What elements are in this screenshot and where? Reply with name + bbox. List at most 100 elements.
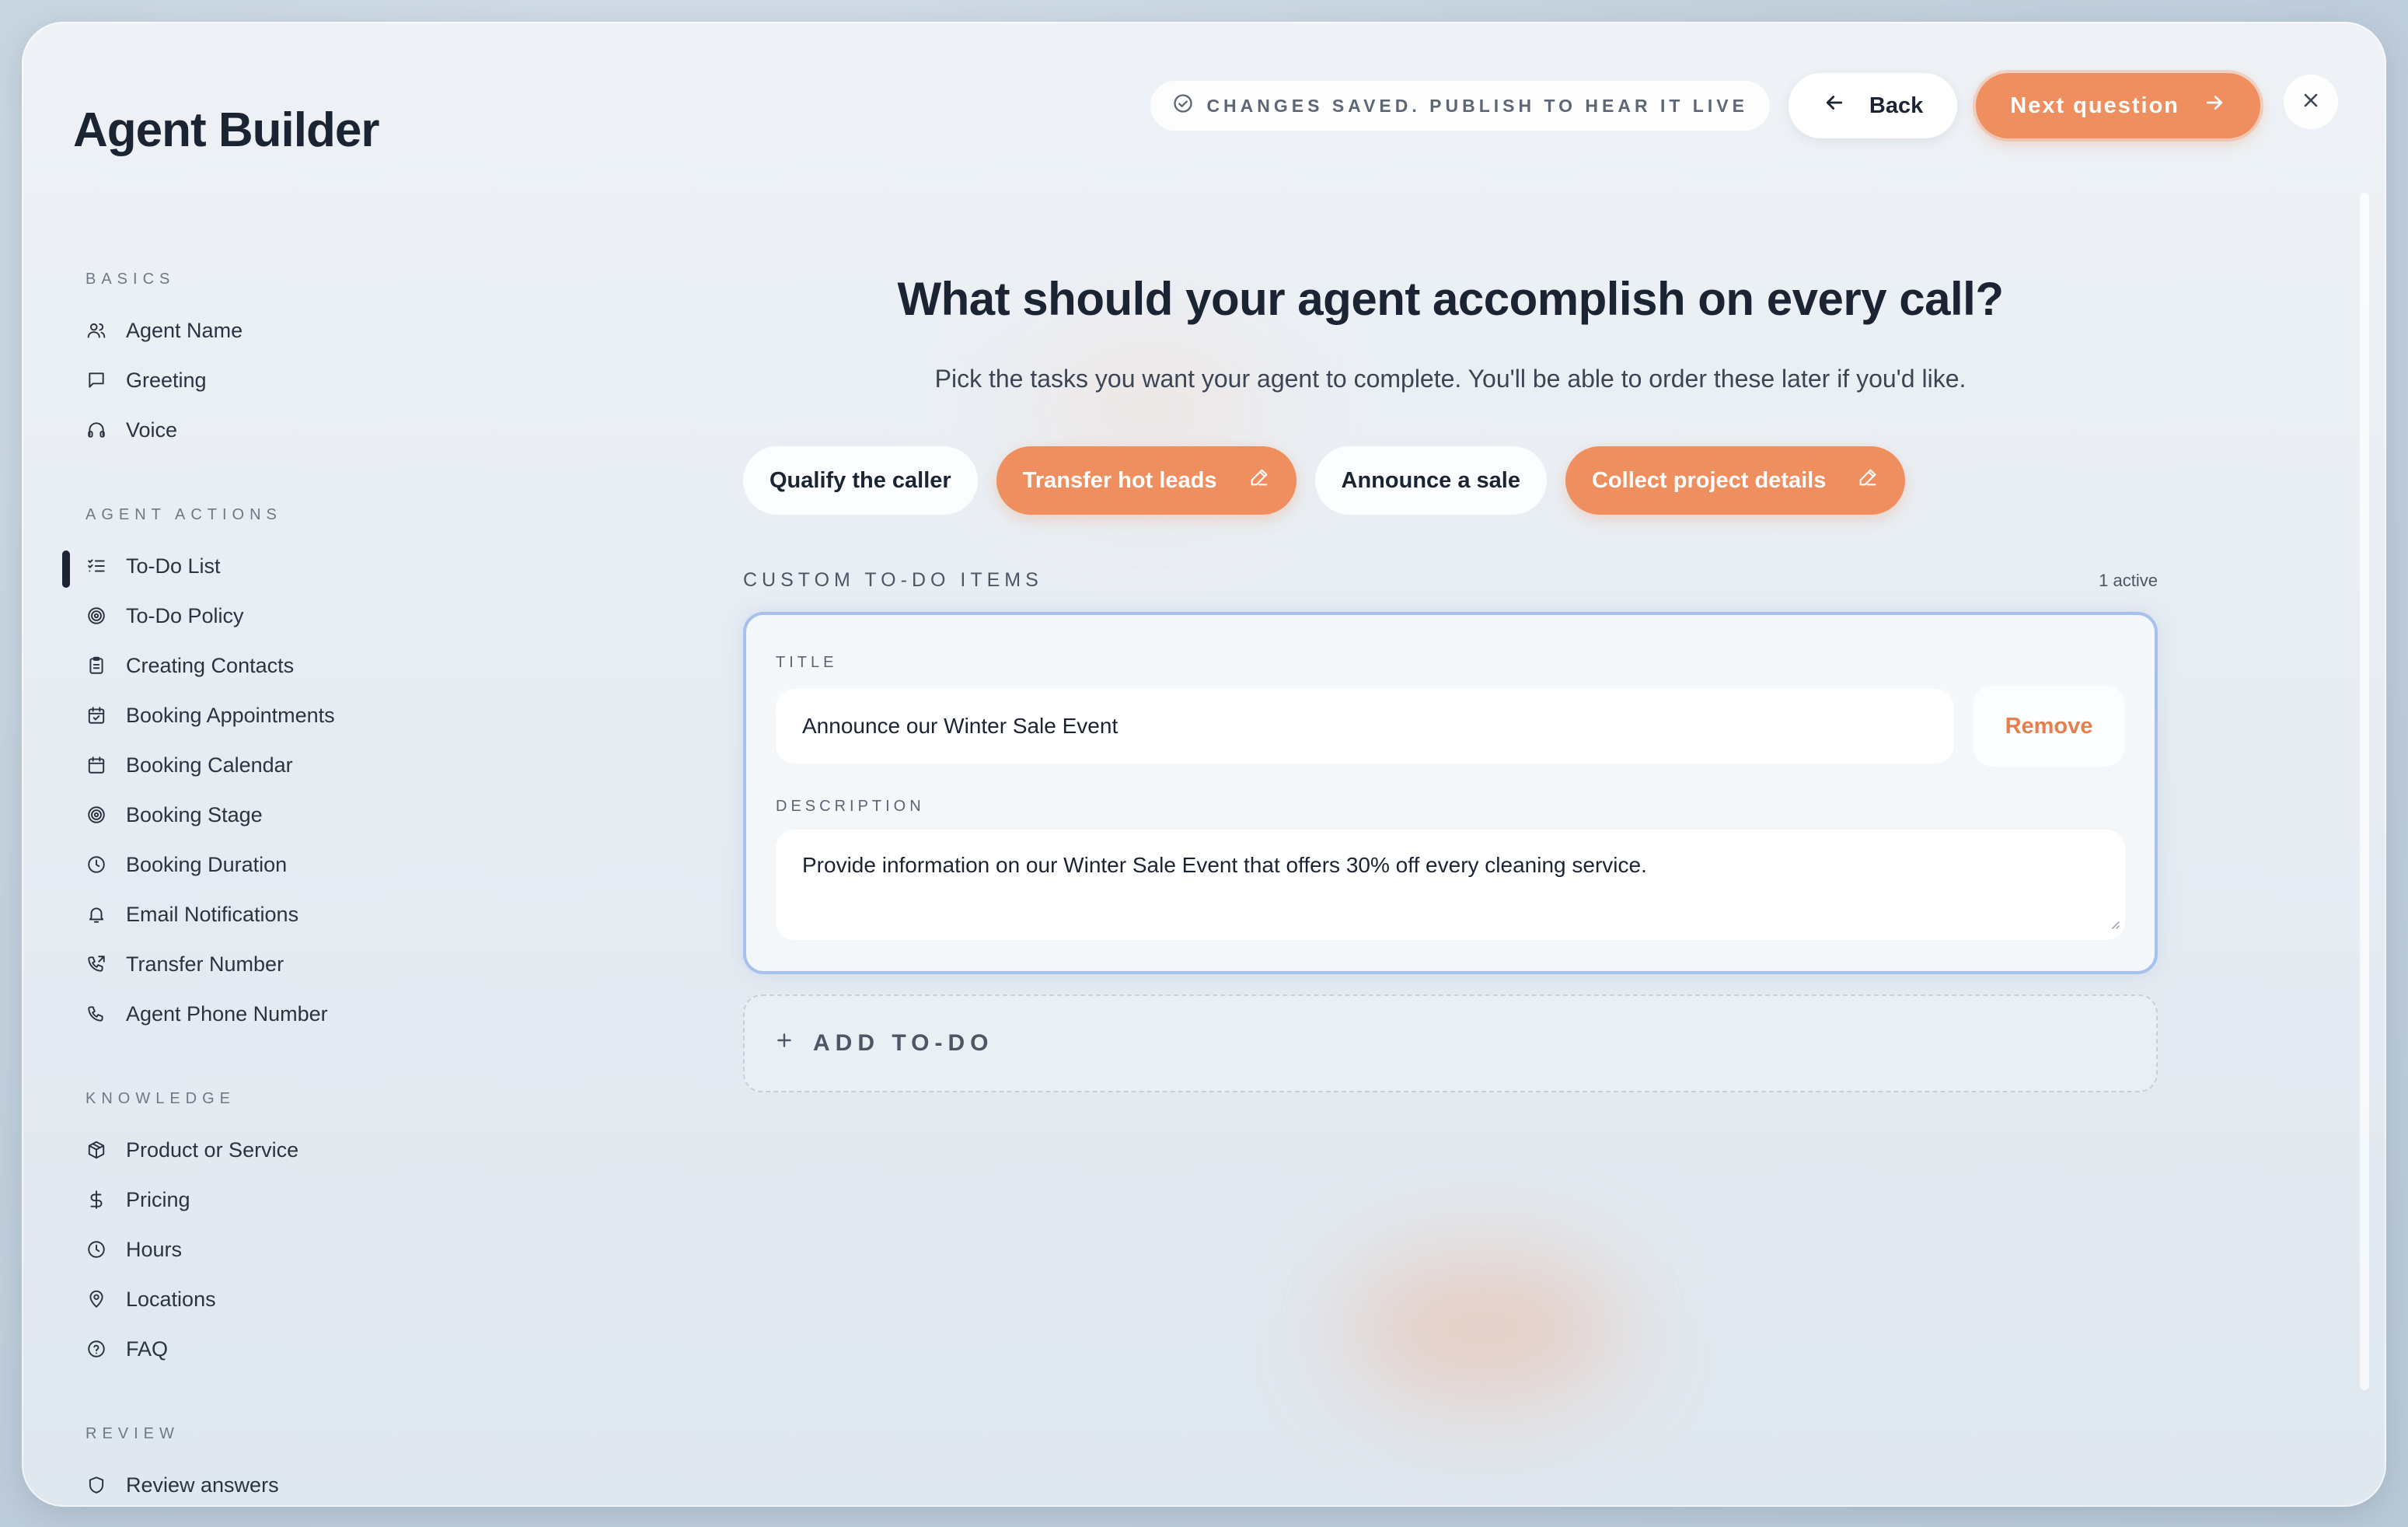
sidebar-item-creating-contacts[interactable]: Creating Contacts [86,641,490,690]
resize-handle-icon[interactable] [2108,910,2120,935]
close-button[interactable] [2284,75,2338,129]
main-content: What should your agent accomplish on eve… [743,249,2158,1092]
sidebar-item-label: Voice [126,418,178,442]
clock-icon [86,854,107,875]
sidebar-item-label: Review answers [126,1473,279,1497]
shield-icon [86,1474,107,1496]
list-checks-icon [86,555,107,577]
chip-label: Collect project details [1591,467,1827,493]
sidebar-item-label: FAQ [126,1337,169,1361]
section-label: KNOWLEDGE [86,1090,236,1107]
sidebar-section-knowledge: KNOWLEDGE Product or Service Pricing Hou… [86,1090,490,1374]
sidebar-item-label: Product or Service [126,1137,299,1162]
chip-announce-a-sale[interactable]: Announce a sale [1314,446,1547,515]
sidebar-item-product-or-service[interactable]: Product or Service [86,1125,490,1175]
bell-icon [86,903,107,925]
custom-todo-card: TITLE Announce our Winter Sale Event Rem… [743,612,2158,974]
title-row: Announce our Winter Sale Event Remove [776,686,2125,767]
sidebar-item-label: Pricing [126,1187,190,1211]
section-label: AGENT ACTIONS [86,506,282,523]
sidebar-item-email-notifications[interactable]: Email Notifications [86,889,490,939]
sidebar-item-todo-list[interactable]: To-Do List [62,541,490,591]
sidebar-item-label: Creating Contacts [126,653,295,677]
arrow-left-icon [1823,91,1846,121]
add-todo-button[interactable]: ADD TO-DO [743,994,2158,1092]
sidebar-item-label: Agent Phone Number [126,1001,328,1026]
map-pin-icon [86,1288,107,1310]
page-question: What should your agent accomplish on eve… [897,273,2004,325]
sidebar-item-booking-stage[interactable]: Booking Stage [86,790,490,840]
phone-forward-icon [86,953,107,975]
description-field-label: DESCRIPTION [776,798,925,815]
app-title: Agent Builder [73,103,379,157]
sidebar-item-booking-calendar[interactable]: Booking Calendar [86,740,490,790]
sidebar-item-transfer-number[interactable]: Transfer Number [86,939,490,989]
sidebar-item-booking-appointments[interactable]: Booking Appointments [86,690,490,740]
custom-todo-header: CUSTOM TO-DO ITEMS 1 active [743,569,2158,592]
sidebar-item-label: Booking Stage [126,802,263,826]
sidebar-item-hours[interactable]: Hours [86,1225,490,1274]
clock-icon [86,1239,107,1260]
save-status: CHANGES SAVED. PUBLISH TO HEAR IT LIVE [1150,81,1770,131]
page-subtitle: Pick the tasks you want your agent to co… [934,365,1967,393]
next-question-label: Next question [2010,93,2179,118]
check-circle-icon [1172,93,1194,119]
sidebar-item-label: Locations [126,1287,216,1311]
target-icon [86,804,107,826]
phone-icon [86,1003,107,1025]
help-circle-icon [86,1338,107,1360]
calendar-check-icon [86,704,107,726]
back-button[interactable]: Back [1788,73,1958,138]
section-label: REVIEW [86,1425,180,1442]
sidebar-item-label: Booking Duration [126,852,288,876]
sidebar-item-faq[interactable]: FAQ [86,1324,490,1374]
sidebar-section-agent-actions: AGENT ACTIONS To-Do List To-Do Policy Cr… [62,506,490,1039]
sidebar-item-label: To-Do List [126,554,221,578]
sidebar-item-label: Booking Appointments [126,703,335,727]
todo-description-textarea[interactable]: Provide information on our Winter Sale E… [776,830,2125,940]
active-count: 1 active [2099,570,2158,590]
calendar-icon [86,754,107,776]
next-question-button[interactable]: Next question [1976,73,2260,138]
clipboard-icon [86,655,107,676]
remove-button[interactable]: Remove [1973,686,2125,767]
sidebar-item-label: Booking Calendar [126,753,293,777]
custom-todo-label: CUSTOM TO-DO ITEMS [743,569,1043,591]
dollar-sign-icon [86,1189,107,1211]
sidebar-item-pricing[interactable]: Pricing [86,1175,490,1225]
package-icon [86,1139,107,1161]
sidebar-section-review: REVIEW Review answers [86,1425,490,1507]
plus-icon [774,1030,794,1057]
sidebar-item-agent-phone-number[interactable]: Agent Phone Number [86,989,490,1039]
back-button-label: Back [1869,93,1924,118]
target-icon [86,605,107,627]
pencil-icon[interactable] [1857,466,1879,494]
chip-transfer-hot-leads[interactable]: Transfer hot leads [996,446,1296,515]
pencil-icon[interactable] [1248,466,1270,494]
sidebar-item-voice[interactable]: Voice [86,405,490,455]
chip-qualify-the-caller[interactable]: Qualify the caller [743,446,978,515]
sidebar-item-locations[interactable]: Locations [86,1274,490,1324]
sidebar-item-agent-name[interactable]: Agent Name [86,306,490,355]
section-label: BASICS [86,271,176,288]
close-icon [2300,89,2322,115]
sidebar-item-booking-duration[interactable]: Booking Duration [86,840,490,889]
save-status-text: CHANGES SAVED. PUBLISH TO HEAR IT LIVE [1206,95,1748,116]
description-text: Provide information on our Winter Sale E… [802,853,1647,877]
sidebar-item-todo-policy[interactable]: To-Do Policy [86,591,490,641]
sidebar-item-review-answers[interactable]: Review answers [86,1460,490,1507]
todo-title-input[interactable]: Announce our Winter Sale Event [776,689,1954,764]
sidebar-item-label: Greeting [126,368,207,392]
top-actions: CHANGES SAVED. PUBLISH TO HEAR IT LIVE B… [1150,73,2338,138]
title-field-label: TITLE [776,654,838,671]
chip-collect-project-details[interactable]: Collect project details [1565,446,1906,515]
chip-label: Transfer hot leads [1022,467,1217,493]
chip-label: Announce a sale [1341,467,1520,493]
sidebar-section-basics: BASICS Agent Name Greeting Voice [86,271,490,455]
task-chips: Qualify the caller Transfer hot leads An… [743,446,2158,515]
chip-label: Qualify the caller [770,467,951,493]
headphones-icon [86,419,107,441]
users-icon [86,320,107,341]
scrollbar[interactable] [2360,193,2369,1390]
sidebar-item-greeting[interactable]: Greeting [86,355,490,405]
